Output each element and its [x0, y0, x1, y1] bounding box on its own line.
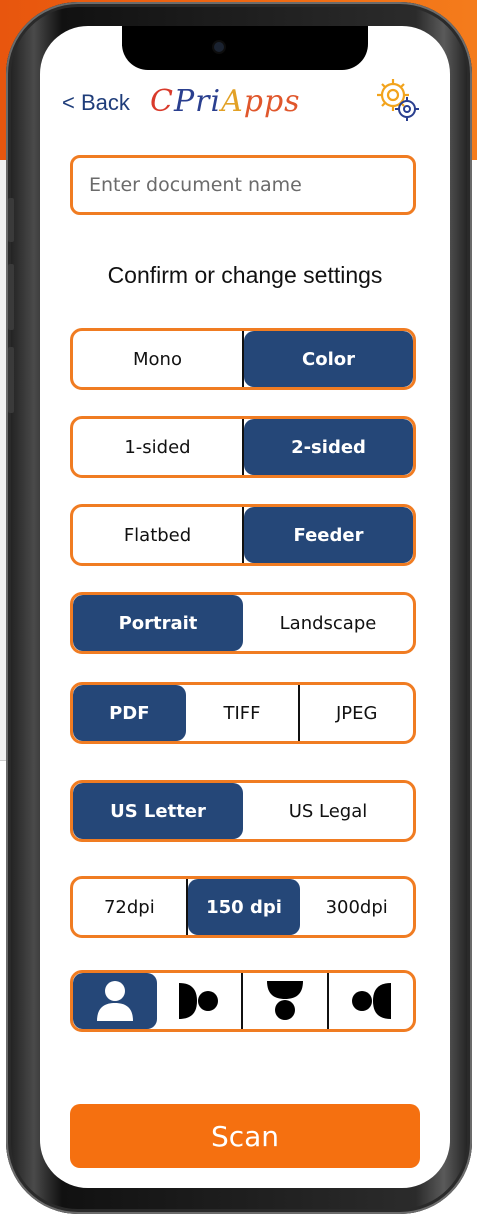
resolution-toggle: 72dpi 150 dpi 300dpi	[70, 876, 416, 938]
rotation-upright-option[interactable]	[73, 973, 157, 1029]
settings-heading: Confirm or change settings	[107, 262, 383, 288]
tiff-option[interactable]: TIFF	[186, 685, 301, 741]
color-option[interactable]: Color	[244, 331, 413, 387]
rotation-right-option[interactable]	[157, 973, 243, 1029]
us-legal-option[interactable]: US Legal	[243, 783, 413, 839]
format-toggle: PDF TIFF JPEG	[70, 682, 416, 744]
orientation-toggle: Portrait Landscape	[70, 592, 416, 654]
rotation-left-option[interactable]	[329, 973, 413, 1029]
mono-option[interactable]: Mono	[73, 331, 244, 387]
two-sided-option[interactable]: 2-sided	[244, 419, 413, 475]
paper-size-toggle: US Letter US Legal	[70, 780, 416, 842]
flatbed-option[interactable]: Flatbed	[73, 507, 244, 563]
dpi-150-option[interactable]: 150 dpi	[187, 879, 301, 935]
back-link[interactable]: < Back	[62, 90, 130, 116]
pdf-option[interactable]: PDF	[73, 685, 186, 741]
dpi-300-option[interactable]: 300dpi	[300, 879, 413, 935]
gear-icon[interactable]	[372, 74, 422, 124]
feeder-option[interactable]: Feeder	[244, 507, 413, 563]
volume-up-button	[8, 264, 14, 330]
person-upside-down-icon	[267, 981, 303, 1020]
document-name-input[interactable]	[70, 155, 416, 215]
person-rotated-left-icon	[352, 983, 391, 1019]
us-letter-option[interactable]: US Letter	[73, 783, 243, 839]
logo-part-pps: pps	[243, 83, 301, 119]
notch	[122, 26, 368, 70]
mute-switch	[8, 198, 14, 242]
jpeg-option[interactable]: JPEG	[300, 685, 413, 741]
one-sided-option[interactable]: 1-sided	[73, 419, 244, 475]
color-mode-toggle: Mono Color	[70, 328, 416, 390]
phone-frame: < Back CPriApps Confirm or ch	[6, 2, 472, 1214]
front-camera	[214, 42, 224, 52]
dpi-72-option[interactable]: 72dpi	[73, 879, 188, 935]
priapps-logo: CPriApps	[150, 76, 301, 126]
sides-toggle: 1-sided 2-sided	[70, 416, 416, 478]
landscape-option[interactable]: Landscape	[243, 595, 413, 651]
logo-part-pri: Pri	[173, 83, 222, 119]
volume-down-button	[8, 347, 14, 413]
person-upright-icon	[97, 981, 133, 1021]
phone-screen: < Back CPriApps Confirm or ch	[40, 26, 450, 1188]
logo-part-a: A	[221, 83, 244, 119]
logo-part-c: C	[150, 83, 174, 119]
rotation-down-option[interactable]	[243, 973, 329, 1029]
portrait-option[interactable]: Portrait	[73, 595, 243, 651]
scan-button[interactable]: Scan	[70, 1104, 420, 1168]
source-toggle: Flatbed Feeder	[70, 504, 416, 566]
person-rotated-right-icon	[179, 983, 218, 1019]
rotation-toggle	[70, 970, 416, 1032]
